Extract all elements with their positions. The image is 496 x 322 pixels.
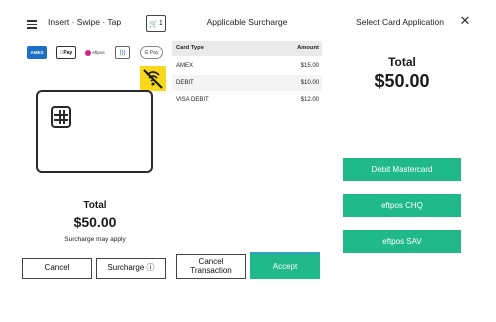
total-label: Total [388, 55, 416, 69]
app-option-eftpos-sav[interactable]: eftpos SAV [343, 230, 461, 253]
select-app-title: Select Card Application [356, 17, 444, 27]
surcharge-info-button[interactable]: Surcharge ⓘ [96, 258, 166, 279]
cart-count: 1 [158, 20, 163, 27]
cart-button[interactable]: 🛒 1 [146, 15, 166, 32]
accepted-cards: AMEX Pay eftpos ))) G Pay [22, 45, 168, 61]
card-type-cell: AMEX [176, 63, 194, 69]
column-header-amount: Amount [297, 45, 319, 51]
no-contactless-icon [140, 66, 166, 91]
cancel-transaction-button[interactable]: Cancel Transaction [176, 254, 246, 279]
table-row: AMEX $15.00 [172, 58, 322, 74]
panel-title: Insert · Swipe · Tap [48, 17, 122, 27]
card-illustration [36, 90, 153, 173]
total-label: Total [83, 200, 107, 211]
amex-logo: AMEX [27, 46, 47, 59]
column-header-card-type: Card Type [176, 45, 204, 51]
surcharge-note: Surcharge may apply [64, 236, 126, 243]
chip-icon [51, 106, 71, 128]
app-option-eftpos-chq[interactable]: eftpos CHQ [343, 194, 461, 217]
surcharge-table-header: Card Type Amount [172, 41, 322, 56]
cancel-button[interactable]: Cancel [22, 258, 92, 279]
eftpos-icon [85, 49, 92, 56]
apple-pay-logo: Pay [56, 46, 76, 59]
table-row: VISA DEBIT $12.00 [172, 92, 322, 108]
eftpos-logo: eftpos [82, 46, 108, 59]
cart-icon: 🛒 [149, 20, 158, 28]
total-amount: $50.00 [73, 214, 117, 230]
accept-button[interactable]: Accept [250, 254, 320, 279]
amount-cell: $12.00 [300, 97, 319, 103]
card-type-cell: DEBIT [176, 80, 194, 86]
amount-cell: $10.00 [300, 80, 319, 86]
surcharge-title: Applicable Surcharge [206, 17, 288, 27]
close-icon[interactable]: ✕ [458, 14, 472, 28]
menu-icon[interactable] [27, 20, 37, 29]
amount-cell: $15.00 [300, 63, 319, 69]
table-row: DEBIT $10.00 [172, 75, 322, 91]
contactless-logo: ))) [115, 46, 130, 59]
app-option-debit-mastercard[interactable]: Debit Mastercard [343, 158, 461, 181]
card-type-cell: VISA DEBIT [176, 97, 209, 103]
total-amount: $50.00 [374, 71, 430, 91]
google-pay-logo: G Pay [140, 46, 163, 59]
